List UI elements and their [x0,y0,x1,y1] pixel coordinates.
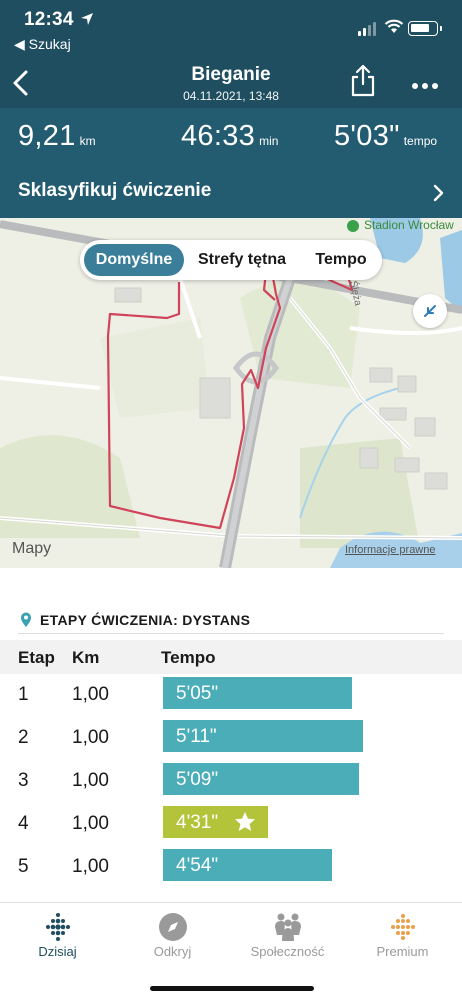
poi-label: Stadion Wrocław [364,218,454,232]
location-pin-icon [21,612,31,627]
column-header-tempo: Tempo [161,648,216,667]
stat-duration: 46:33 min [181,120,279,152]
home-indicator [150,986,314,991]
legal-info-link[interactable]: Informacje prawne [345,544,436,556]
pace-value: 5'05" [176,683,219,704]
pace-bar: 5'09" [163,763,359,795]
stage-number: 5 [18,856,29,877]
stat-pace: 5'03" tempo [334,120,438,152]
chevron-right-icon[interactable] [432,184,444,202]
pace-value: 5'09" [176,769,219,790]
stage-km: 1,00 [72,770,109,791]
tab-today[interactable]: Dzisiaj [0,903,115,973]
apple-maps-logo: Mapy [12,540,52,557]
stage-km: 1,00 [72,813,109,834]
status-bar: 12:34 ◀ Szukaj [0,0,462,52]
page-title: Bieganie [191,64,271,85]
wifi-icon [384,19,404,33]
stats-band: 9,21 km 46:33 min 5'03" tempo Sklasyfikuj ć… [0,108,462,218]
stage-km: 1,00 [72,684,109,705]
stage-row: 4 1,00 4'31" [0,804,462,846]
route-map[interactable]: Stadion Wrocław Ślęża Domyślne Strefy tę… [0,218,462,568]
pace-bar: 4'54" [163,849,332,881]
compass-icon [159,913,187,941]
premium-dots-icon [391,914,415,940]
column-header-km: Km [72,648,100,667]
map-mode-segmented-control: Domyślne Strefy tętna Tempo [80,240,382,280]
stage-km: 1,00 [72,856,109,877]
stage-number: 3 [18,770,29,791]
pace-bar-best: 4'31" [163,806,268,838]
column-header-etap: Etap [18,648,55,667]
segment-heart-zones[interactable]: Strefy tętna [190,244,294,276]
pace-value: 5'11" [176,726,217,747]
collapse-map-icon[interactable] [413,294,447,328]
stages-title: ETAPY ĆWICZENIA: DYSTANS [40,612,251,628]
pace-value: 4'54" [176,855,219,876]
stage-row: 2 1,00 5'11" [0,718,462,760]
tab-community[interactable]: Społeczność [230,903,345,973]
stage-km: 1,00 [72,727,109,748]
tab-discover[interactable]: Odkryj [115,903,230,973]
stat-distance: 9,21 km [18,120,96,152]
pace-bar: 5'05" [163,677,352,709]
stage-row: 1 1,00 5'05" [0,675,462,717]
stadium-pin-icon [347,220,359,232]
location-arrow-icon [81,13,93,25]
segment-pace[interactable]: Tempo [308,244,374,276]
people-icon [275,913,301,941]
page-subtitle: 04.11.2021, 13:48 [183,89,279,103]
signal-icon [358,22,376,36]
share-icon[interactable] [350,64,376,98]
nav-bar: Bieganie 04.11.2021, 13:48 [0,60,462,106]
tab-premium[interactable]: Premium [345,903,460,973]
status-time: 12:34 [24,9,74,30]
segment-default[interactable]: Domyślne [84,244,184,276]
stage-row: 5 1,00 4'54" [0,847,462,889]
stages-table-header: Etap Km Tempo [0,640,462,674]
star-icon [235,812,255,831]
pace-value: 4'31" [176,812,219,833]
back-to-app-link[interactable]: ◀ Szukaj [14,36,71,53]
pace-bar: 5'11" [163,720,363,752]
stage-number: 1 [18,684,29,705]
stage-row: 3 1,00 5'09" [0,761,462,803]
battery-icon [408,21,442,36]
stage-number: 2 [18,727,29,748]
stage-number: 4 [18,813,29,834]
classify-exercise-button[interactable]: Sklasyfikuj ćwiczenie [18,180,211,202]
more-options-icon[interactable] [412,76,444,89]
header: 12:34 ◀ Szukaj Bieganie 04.11.2021, 13:4… [0,0,462,218]
dots-grid-icon [46,913,70,941]
stages-header: ETAPY ĆWICZENIA: DYSTANS [18,610,444,634]
